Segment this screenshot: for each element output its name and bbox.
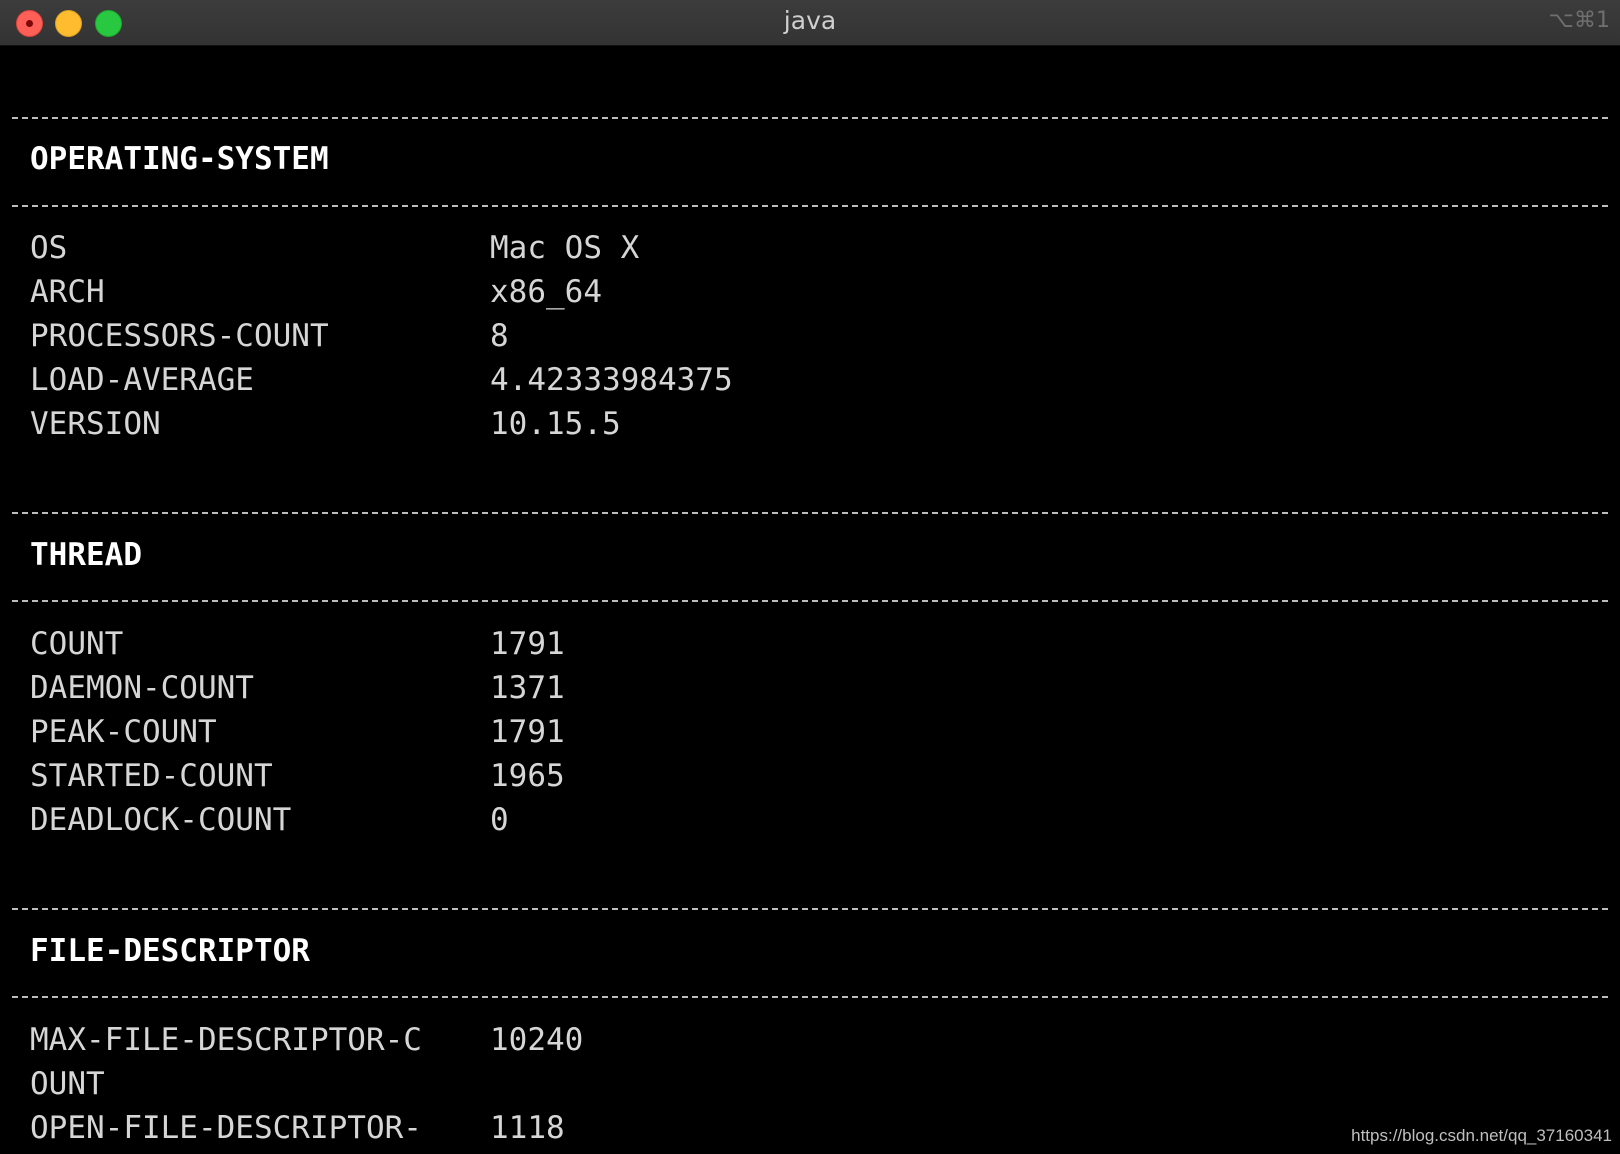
separator-line	[12, 908, 1608, 912]
row-value: 10240	[490, 1022, 584, 1058]
separator-line	[12, 205, 1608, 209]
row-key: VERSION	[30, 406, 161, 442]
row-key: DAEMON-COUNT	[30, 670, 254, 706]
row-value: Mac OS X	[490, 230, 640, 266]
row-value: 1791	[490, 714, 565, 750]
separator-line	[12, 117, 1608, 121]
row-value: 1791	[490, 626, 565, 662]
section-title: THREAD	[30, 537, 142, 573]
row-key: OPEN-FILE-DESCRIPTOR-	[30, 1110, 422, 1146]
row-key: LOAD-AVERAGE	[30, 362, 254, 398]
row-value: 10.15.5	[490, 406, 621, 442]
row-value: 1118	[490, 1110, 565, 1146]
watermark-url: https://blog.csdn.net/qq_37160341	[1351, 1126, 1612, 1145]
row-value: 1371	[490, 670, 565, 706]
row-key: DEADLOCK-COUNT	[30, 802, 292, 838]
row-value: 4.42333984375	[490, 362, 733, 398]
terminal-window: java ⌥⌘1 OPERATING-SYSTEM OS Mac OS X AR…	[0, 0, 1620, 1154]
row-value: 0	[490, 802, 509, 838]
separator-line	[12, 600, 1608, 604]
separator-line	[12, 512, 1608, 516]
row-key: PROCESSORS-COUNT	[30, 318, 329, 354]
section-title: OPERATING-SYSTEM	[30, 141, 329, 177]
row-key: OS	[30, 230, 68, 266]
row-key: OUNT	[30, 1066, 105, 1102]
row-key: ARCH	[30, 274, 105, 310]
terminal-output[interactable]: OPERATING-SYSTEM OS Mac OS X ARCH x86_64…	[0, 46, 1620, 1154]
row-key: STARTED-COUNT	[30, 758, 273, 794]
window-title: java	[783, 6, 837, 35]
row-key: COUNT	[30, 626, 124, 662]
row-key: PEAK-COUNT	[30, 714, 217, 750]
separator-line	[12, 996, 1608, 1000]
row-value: 1965	[490, 758, 565, 794]
row-value: 8	[490, 318, 509, 354]
section-title: FILE-DESCRIPTOR	[30, 933, 310, 969]
window-shortcut: ⌥⌘1	[1548, 8, 1610, 33]
row-value: x86_64	[490, 274, 602, 310]
title-bar[interactable]: java ⌥⌘1	[0, 0, 1620, 46]
row-key: MAX-FILE-DESCRIPTOR-C	[30, 1022, 422, 1058]
